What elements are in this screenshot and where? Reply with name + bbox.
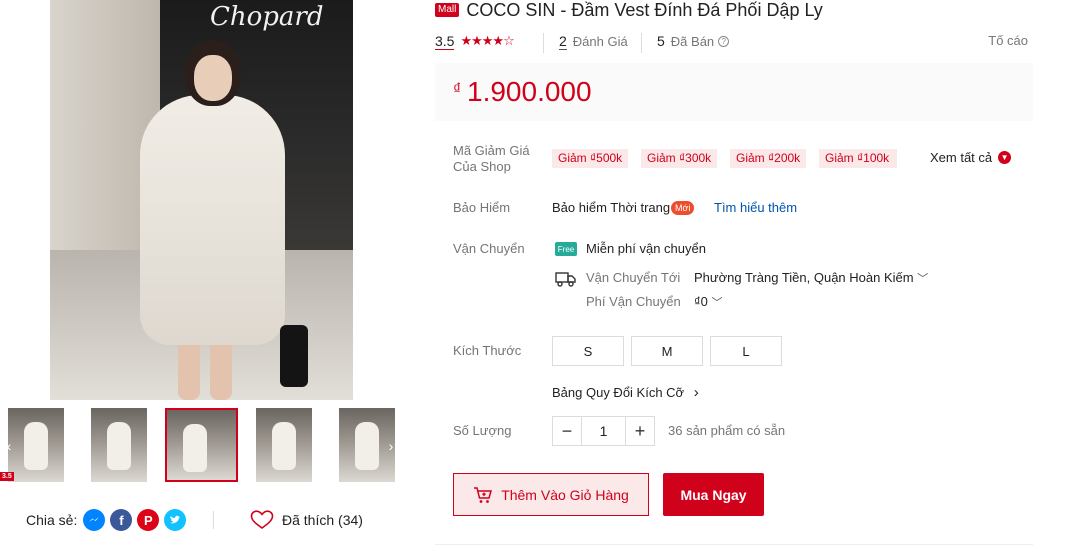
thumbnail-strip: ‹ ›: [0, 408, 400, 482]
voucher-label: Mã Giảm Giá Của Shop: [453, 143, 530, 174]
free-shipping-text: Miễn phí vận chuyển: [586, 241, 706, 256]
reviews-count: 2: [559, 32, 567, 50]
photo-store-sign: Chopard: [210, 2, 324, 32]
ship-fee-label: Phí Vận Chuyển: [586, 294, 681, 309]
voucher-500k[interactable]: Giảm ₫500k: [552, 149, 629, 168]
truck-icon: [555, 272, 576, 287]
reviews-stat[interactable]: 2 Đánh Giá: [559, 30, 628, 52]
section-divider: [435, 544, 1033, 545]
see-all-vouchers[interactable]: Xem tất cả ▼: [930, 150, 1012, 165]
chevron-right-icon: ›: [693, 384, 699, 401]
size-option-s[interactable]: S: [552, 336, 624, 366]
rating-stat[interactable]: 3.5 ★★★★☆: [435, 30, 515, 52]
ship-fee-value: ₫0: [694, 294, 708, 309]
sold-stat: 5 Đã Bán ?: [657, 30, 730, 52]
ship-to-label: Vận Chuyển Tới: [586, 270, 681, 285]
insurance-label: Bảo Hiểm: [453, 200, 511, 215]
twitter-icon[interactable]: [164, 509, 187, 531]
voucher-200k[interactable]: Giảm ₫200k: [730, 149, 807, 168]
add-to-cart-button[interactable]: Thêm Vào Giỏ Hàng: [453, 473, 649, 516]
product-price: 1.900.000: [467, 76, 592, 107]
facebook-icon[interactable]: f: [110, 509, 133, 531]
messenger-icon[interactable]: [83, 509, 106, 531]
cart-add-icon: [474, 486, 493, 503]
share-divider: [213, 511, 214, 529]
product-title-row: Mall COCO SIN - Đầm Vest Đính Đá Phối Dậ…: [435, 0, 823, 20]
thumbnail-4[interactable]: [256, 408, 312, 482]
share-label: Chia sẻ:: [26, 512, 78, 528]
size-chart-label: Bảng Quy Đổi Kích Cỡ: [552, 385, 685, 400]
size-option-m[interactable]: M: [631, 336, 703, 366]
chevron-down-icon: ﹀: [917, 273, 929, 285]
photo-handbag: [280, 325, 308, 387]
pinterest-icon[interactable]: P: [137, 509, 160, 531]
voucher-100k[interactable]: Giảm ₫100k: [819, 149, 897, 168]
stock-available: 36 sản phẩm có sẵn: [668, 423, 786, 438]
photo-model-face: [194, 55, 232, 101]
size-chart-link[interactable]: Bảng Quy Đổi Kích Cỡ ›: [552, 384, 699, 401]
mall-badge: Mall: [435, 3, 460, 17]
chevron-down-icon: ﹀: [711, 297, 723, 309]
thumbnail-2[interactable]: [91, 408, 147, 482]
thumbnail-3-selected[interactable]: [165, 408, 238, 482]
thumbnail-1[interactable]: [8, 408, 64, 482]
product-main-image[interactable]: Chopard: [50, 0, 353, 400]
help-icon[interactable]: ?: [718, 35, 730, 47]
size-option-l[interactable]: L: [710, 336, 782, 366]
quantity-minus-button[interactable]: −: [553, 417, 581, 445]
thumbnail-next-arrow-icon[interactable]: ›: [384, 438, 398, 454]
stat-divider: [641, 33, 642, 53]
learn-more-link[interactable]: Tìm hiểu thêm: [714, 200, 797, 215]
quantity-stepper: − 1 +: [552, 416, 655, 446]
thumbnail-prev-arrow-icon[interactable]: ‹: [2, 438, 16, 454]
share-row: Chia sẻ: f P: [26, 508, 191, 532]
photo-white-dress: [140, 95, 285, 345]
heart-icon: [250, 510, 274, 529]
product-stats: 3.5 ★★★★☆ 2 Đánh Giá 5 Đã Bán ?: [435, 30, 1035, 53]
currency-symbol: ₫: [453, 81, 462, 98]
quantity-label: Số Lượng: [453, 423, 512, 438]
like-count: Đã thích (34): [282, 512, 363, 528]
free-shipping-icon: Free: [555, 242, 577, 256]
size-label: Kích Thước: [453, 343, 522, 358]
voucher-300k[interactable]: Giảm ₫300k: [641, 149, 718, 168]
reviews-label: Đánh Giá: [572, 33, 628, 49]
new-badge: Mới: [671, 201, 695, 215]
stat-divider: [543, 33, 544, 53]
add-to-cart-label: Thêm Vào Giỏ Hàng: [501, 486, 629, 503]
like-button[interactable]: Đã thích (34): [250, 508, 363, 532]
ship-fee-dropdown[interactable]: ₫0 ﹀: [694, 294, 723, 310]
thumbnail-rating-badge: 3.5: [0, 472, 14, 481]
buy-now-button[interactable]: Mua Ngay: [663, 473, 764, 516]
price-box: ₫ 1.900.000: [435, 63, 1033, 121]
product-title: COCO SIN - Đầm Vest Đính Đá Phối Dập Ly: [466, 0, 823, 20]
shipping-label: Vận Chuyển: [453, 241, 525, 256]
quantity-input[interactable]: 1: [581, 417, 626, 445]
see-all-label: Xem tất cả: [930, 150, 993, 165]
sold-count: 5: [657, 33, 665, 49]
ship-to-dropdown[interactable]: Phường Tràng Tiền, Quận Hoàn Kiếm ﹀: [694, 270, 928, 286]
rating-value: 3.5: [435, 32, 455, 50]
insurance-text: Bảo hiểm Thời trang: [552, 200, 671, 215]
report-link[interactable]: Tố cáo: [988, 33, 1028, 48]
ship-to-value: Phường Tràng Tiền, Quận Hoàn Kiếm: [694, 270, 914, 285]
quantity-plus-button[interactable]: +: [626, 417, 654, 445]
star-rating-icon: ★★★★☆: [460, 33, 514, 48]
sold-label: Đã Bán: [670, 33, 715, 49]
chevron-down-icon: ▼: [998, 151, 1012, 164]
